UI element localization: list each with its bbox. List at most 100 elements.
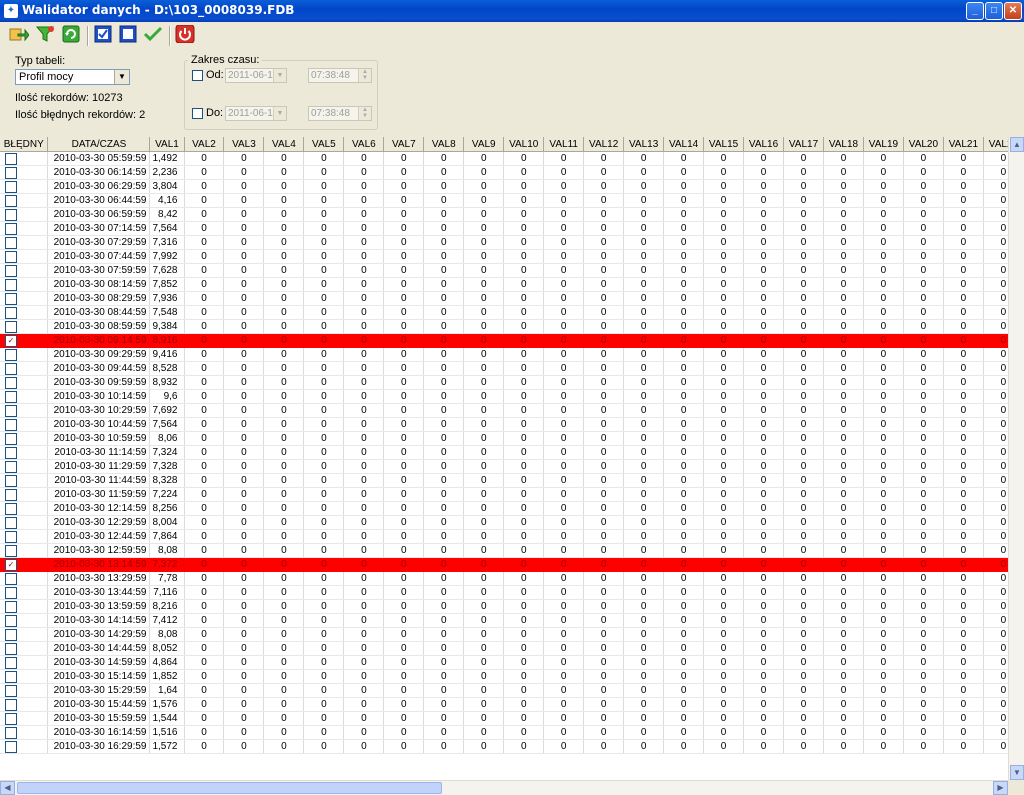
error-checkbox[interactable]	[5, 404, 17, 417]
column-header[interactable]: VAL13	[623, 137, 665, 152]
error-checkbox[interactable]	[5, 670, 17, 683]
error-checkbox[interactable]	[5, 152, 17, 165]
power-icon[interactable]	[174, 24, 196, 47]
table-row[interactable]: 2010-03-30 14:44:59 8,052 0 0 0 0 0 0 0 0 0 0 0 0 0 0 0 0…	[0, 641, 1024, 656]
error-checkbox[interactable]	[5, 362, 17, 375]
error-checkbox[interactable]	[5, 418, 17, 431]
error-checkbox[interactable]	[5, 614, 17, 627]
spinner-icon[interactable]: ▲ ▼	[358, 69, 371, 82]
error-checkbox[interactable]	[5, 740, 17, 753]
table-row[interactable]: 2010-03-30 15:44:59 1,576 0 0 0 0 0 0 0 0 0 0 0 0 0 0 0 0…	[0, 697, 1024, 712]
error-checkbox[interactable]	[5, 488, 17, 501]
error-checkbox[interactable]	[5, 320, 17, 333]
from-time-input[interactable]: 07:38:48 ▲ ▼	[308, 68, 372, 83]
column-header[interactable]: VAL18	[823, 137, 864, 152]
column-header[interactable]: VAL11	[543, 137, 585, 152]
table-row[interactable]: 2010-03-30 06:14:59 2,236 0 0 0 0 0 0 0 0 0 0 0 0 0 0 0 0…	[0, 165, 1024, 180]
to-time-input[interactable]: 07:38:48 ▲ ▼	[308, 106, 372, 121]
column-header[interactable]: VAL4	[263, 137, 305, 152]
error-checkbox[interactable]	[5, 166, 17, 179]
error-checkbox[interactable]	[5, 516, 17, 529]
from-checkbox[interactable]	[192, 70, 203, 81]
error-checkbox[interactable]	[5, 264, 17, 277]
table-row[interactable]: 2010-03-30 10:44:59 7,564 0 0 0 0 0 0 0 0 0 0 0 0 0 0 0 0…	[0, 417, 1024, 432]
table-row[interactable]: 2010-03-30 10:59:59 8,06 0 0 0 0 0 0 0 0 0 0 0 0 0 0 0 0 0…	[0, 431, 1024, 446]
validate-icon[interactable]	[142, 25, 164, 47]
table-row[interactable]: 2010-03-30 13:59:59 8,216 0 0 0 0 0 0 0 0 0 0 0 0 0 0 0 0…	[0, 599, 1024, 614]
table-row[interactable]: 2010-03-30 15:14:59 1,852 0 0 0 0 0 0 0 0 0 0 0 0 0 0 0 0…	[0, 669, 1024, 684]
error-checkbox[interactable]	[5, 628, 17, 641]
error-checkbox[interactable]: ✓	[5, 558, 17, 571]
scroll-left-icon[interactable]: ◀	[0, 781, 15, 795]
to-checkbox[interactable]	[192, 108, 203, 119]
error-checkbox[interactable]	[5, 726, 17, 739]
table-row-error[interactable]: ✓ 2010-03-30 13:14:59 7,372 0 0 0 0 0 0 0 0 0 0 0 0 0 0 0…	[0, 557, 1024, 572]
table-row[interactable]: 2010-03-30 15:29:59 1,64 0 0 0 0 0 0 0 0 0 0 0 0 0 0 0 0 0…	[0, 683, 1024, 698]
data-grid[interactable]: BŁĘDNY DATA/CZAS VAL1 VAL2 VAL3 VAL4 VAL5 VAL6 V…	[0, 137, 1024, 795]
table-row[interactable]: 2010-03-30 14:14:59 7,412 0 0 0 0 0 0 0 0 0 0 0 0 0 0 0 0…	[0, 613, 1024, 628]
column-header[interactable]: VAL7	[383, 137, 425, 152]
column-header[interactable]: VAL2	[184, 137, 225, 152]
table-row[interactable]: 2010-03-30 07:59:59 7,628 0 0 0 0 0 0 0 0 0 0 0 0 0 0 0 0…	[0, 263, 1024, 278]
export-icon[interactable]	[8, 25, 30, 47]
table-row[interactable]: 2010-03-30 05:59:59 1,492 0 0 0 0 0 0 0 0 0 0 0 0 0 0 0 0…	[0, 151, 1024, 166]
error-checkbox[interactable]	[5, 348, 17, 361]
chevron-down-icon[interactable]: ▼	[273, 69, 286, 82]
table-row[interactable]: 2010-03-30 16:29:59 1,572 0 0 0 0 0 0 0 0 0 0 0 0 0 0 0 0…	[0, 739, 1024, 754]
column-header[interactable]: VAL16	[743, 137, 785, 152]
to-date-picker[interactable]: 2011-06-10 ▼	[225, 106, 287, 121]
error-checkbox[interactable]	[5, 502, 17, 515]
table-row[interactable]: 2010-03-30 10:29:59 7,692 0 0 0 0 0 0 0 0 0 0 0 0 0 0 0 0…	[0, 403, 1024, 418]
close-button[interactable]: ✕	[1004, 2, 1022, 20]
table-row[interactable]: 2010-03-30 11:29:59 7,328 0 0 0 0 0 0 0 0 0 0 0 0 0 0 0 0…	[0, 459, 1024, 474]
column-header[interactable]: VAL15	[703, 137, 745, 152]
table-row[interactable]: 2010-03-30 10:14:59 9,6 0 0 0 0 0 0 0 0 0 0 0 0 0 0 0 0 0 0…	[0, 389, 1024, 404]
error-checkbox[interactable]	[5, 306, 17, 319]
error-checkbox[interactable]	[5, 446, 17, 459]
error-checkbox[interactable]	[5, 712, 17, 725]
table-row[interactable]: 2010-03-30 12:29:59 8,004 0 0 0 0 0 0 0 0 0 0 0 0 0 0 0 0…	[0, 515, 1024, 530]
error-checkbox[interactable]	[5, 530, 17, 543]
table-row[interactable]: 2010-03-30 08:59:59 9,384 0 0 0 0 0 0 0 0 0 0 0 0 0 0 0 0…	[0, 319, 1024, 334]
horizontal-scrollbar[interactable]: ◀ ▶	[0, 780, 1008, 795]
error-checkbox[interactable]	[5, 656, 17, 669]
table-row[interactable]: 2010-03-30 09:29:59 9,416 0 0 0 0 0 0 0 0 0 0 0 0 0 0 0 0…	[0, 347, 1024, 362]
error-checkbox[interactable]: ✓	[5, 334, 17, 347]
column-header[interactable]: VAL14	[663, 137, 705, 152]
table-row[interactable]: 2010-03-30 09:44:59 8,528 0 0 0 0 0 0 0 0 0 0 0 0 0 0 0 0…	[0, 361, 1024, 376]
column-header[interactable]: VAL1	[149, 137, 185, 152]
column-header[interactable]: VAL6	[343, 137, 385, 152]
table-row[interactable]: 2010-03-30 08:29:59 7,936 0 0 0 0 0 0 0 0 0 0 0 0 0 0 0 0…	[0, 291, 1024, 306]
table-row[interactable]: 2010-03-30 16:14:59 1,516 0 0 0 0 0 0 0 0 0 0 0 0 0 0 0 0…	[0, 725, 1024, 740]
error-checkbox[interactable]	[5, 600, 17, 613]
table-row[interactable]: 2010-03-30 12:44:59 7,864 0 0 0 0 0 0 0 0 0 0 0 0 0 0 0 0…	[0, 529, 1024, 544]
column-header[interactable]: VAL5	[303, 137, 345, 152]
error-checkbox[interactable]	[5, 642, 17, 655]
chevron-down-icon[interactable]: ▼	[273, 107, 286, 120]
table-row[interactable]: 2010-03-30 08:14:59 7,852 0 0 0 0 0 0 0 0 0 0 0 0 0 0 0 0…	[0, 277, 1024, 292]
filter-icon[interactable]	[34, 25, 56, 47]
error-checkbox[interactable]	[5, 432, 17, 445]
error-checkbox[interactable]	[5, 684, 17, 697]
error-checkbox[interactable]	[5, 572, 17, 585]
maximize-button[interactable]: □	[985, 2, 1003, 20]
error-checkbox[interactable]	[5, 250, 17, 263]
table-row[interactable]: 2010-03-30 13:29:59 7,78 0 0 0 0 0 0 0 0 0 0 0 0 0 0 0 0 0…	[0, 571, 1024, 586]
error-checkbox[interactable]	[5, 236, 17, 249]
table-row[interactable]: 2010-03-30 06:29:59 3,804 0 0 0 0 0 0 0 0 0 0 0 0 0 0 0 0…	[0, 179, 1024, 194]
table-row-error[interactable]: ✓ 2010-03-30 09:14:59 8,916 0 0 0 0 0 0 0 0 0 0 0 0 0 0 0…	[0, 333, 1024, 348]
error-checkbox[interactable]	[5, 278, 17, 291]
error-checkbox[interactable]	[5, 460, 17, 473]
column-header[interactable]: VAL21	[943, 137, 984, 152]
vertical-scrollbar[interactable]: ▲ ▼	[1008, 137, 1024, 780]
scroll-right-icon[interactable]: ▶	[993, 781, 1008, 795]
column-header[interactable]: VAL10	[503, 137, 545, 152]
table-row[interactable]: 2010-03-30 12:59:59 8,08 0 0 0 0 0 0 0 0 0 0 0 0 0 0 0 0 0…	[0, 543, 1024, 558]
column-header[interactable]: VAL19	[863, 137, 904, 152]
table-type-select[interactable]: Profil mocy ▼	[15, 69, 130, 85]
table-row[interactable]: 2010-03-30 11:59:59 7,224 0 0 0 0 0 0 0 0 0 0 0 0 0 0 0 0…	[0, 487, 1024, 502]
error-checkbox[interactable]	[5, 292, 17, 305]
table-row[interactable]: 2010-03-30 11:44:59 8,328 0 0 0 0 0 0 0 0 0 0 0 0 0 0 0 0…	[0, 473, 1024, 488]
column-header[interactable]: VAL12	[583, 137, 625, 152]
table-row[interactable]: 2010-03-30 12:14:59 8,256 0 0 0 0 0 0 0 0 0 0 0 0 0 0 0 0…	[0, 501, 1024, 516]
